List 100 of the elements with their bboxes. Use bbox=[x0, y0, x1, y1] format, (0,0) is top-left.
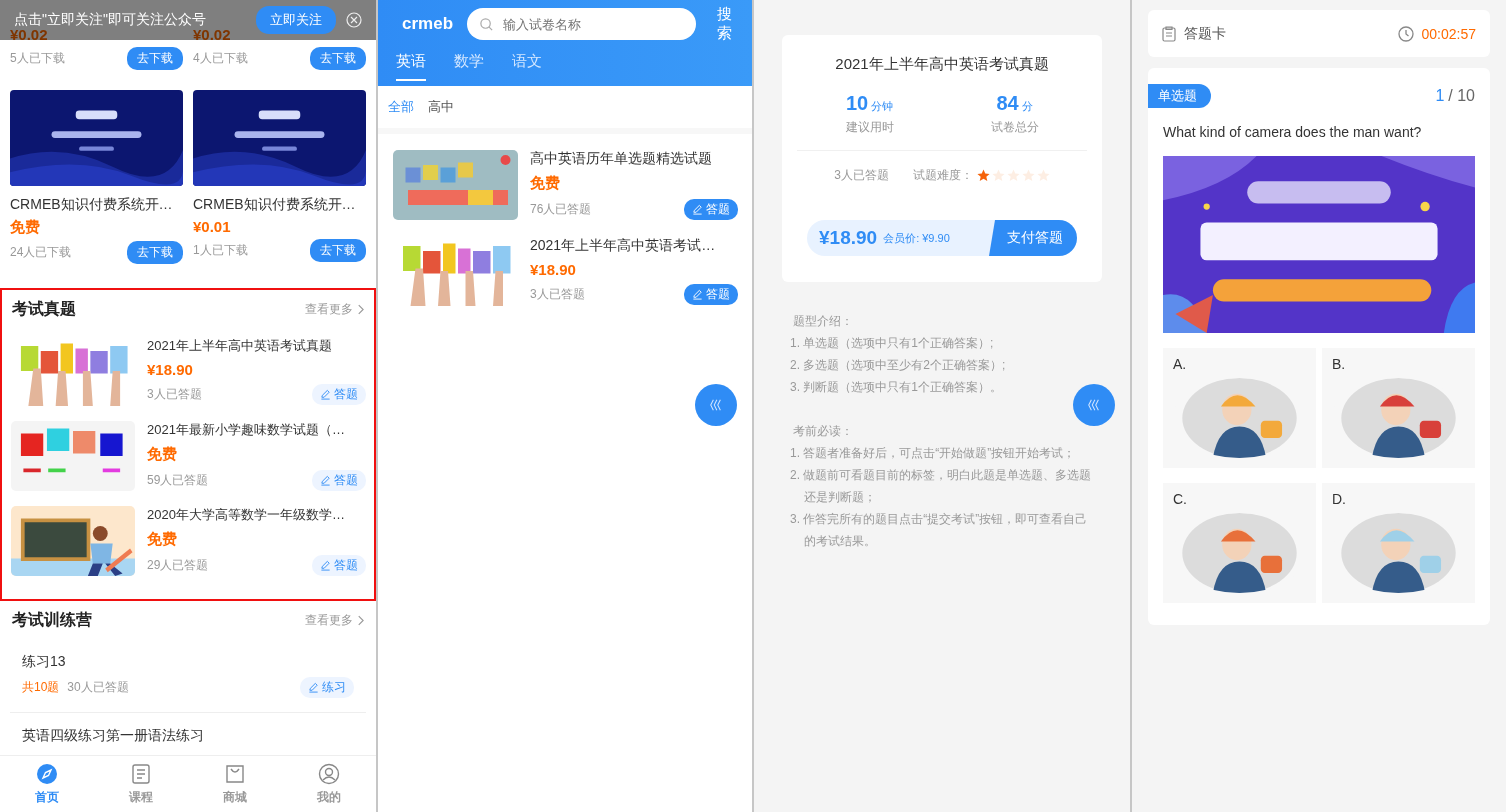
download-button[interactable]: 去下载 bbox=[127, 47, 183, 70]
answer-button[interactable]: 答题 bbox=[312, 469, 366, 491]
tab-bar-item[interactable]: 首页 bbox=[0, 756, 94, 812]
answer-button[interactable]: 答题 bbox=[312, 554, 366, 576]
star-icon bbox=[1021, 169, 1035, 182]
pencil-icon bbox=[692, 289, 703, 300]
notes-line: 3. 作答完所有的题目点击“提交考试”按钮，即可查看自己的考试结果。 bbox=[790, 511, 1089, 550]
download-button[interactable]: 去下载 bbox=[310, 47, 366, 70]
answer-count: 76人已答题 bbox=[530, 201, 592, 218]
search-button[interactable]: 搜索 bbox=[710, 5, 738, 43]
intro-heading: 题型介绍： bbox=[792, 313, 854, 330]
filter-chip[interactable]: 高中 bbox=[428, 98, 454, 116]
star-icon bbox=[976, 169, 990, 182]
download-count: 5人已下载 bbox=[10, 50, 65, 67]
download-count: 1人已下载 bbox=[193, 242, 248, 259]
price: ¥0.02 bbox=[10, 26, 49, 43]
download-count: 24人已下载 bbox=[10, 244, 72, 261]
section-title: 考试真题 bbox=[12, 298, 76, 319]
price: ¥0.01 bbox=[193, 218, 232, 235]
answer-sheet-link[interactable]: 答题卡 bbox=[1184, 24, 1226, 43]
notes-line: 1. 答题者准备好后，可点击“开始做题”按钮开始考试； bbox=[790, 445, 1077, 462]
exam-title: 高中英语历年单选题精选试题 bbox=[530, 150, 713, 168]
chevron-right-icon bbox=[357, 303, 364, 315]
question-type-tag: 单选题 bbox=[1148, 84, 1211, 108]
triple-chevron-icon bbox=[1087, 398, 1101, 412]
course-title: CRMEB知识付费系统开… bbox=[193, 196, 357, 214]
tab-bar-item[interactable]: 商城 bbox=[188, 756, 282, 812]
close-icon[interactable] bbox=[346, 12, 362, 28]
answer-count: 29人已答题 bbox=[147, 556, 209, 574]
intro-line: 1. 单选题（选项中只有1个正确答案）; bbox=[790, 335, 995, 352]
star-icon bbox=[1006, 169, 1020, 182]
user-icon bbox=[318, 762, 340, 785]
practice-title: 英语四级练习第一册语法练习 bbox=[22, 727, 205, 745]
download-count: 4人已下载 bbox=[193, 50, 248, 67]
answer-option[interactable]: D. bbox=[1322, 483, 1475, 603]
compass-icon bbox=[36, 762, 58, 785]
exam-title: 2021年上半年高中英语考试… bbox=[530, 237, 717, 255]
tab-bar-item[interactable]: 我的 bbox=[282, 756, 376, 812]
follow-hint: 点击"立即关注"即可关注公众号 bbox=[14, 11, 207, 29]
subject-tab[interactable]: 语文 bbox=[512, 52, 542, 81]
price: ¥18.90 bbox=[530, 261, 577, 278]
subject-tab[interactable]: 数学 bbox=[454, 52, 484, 81]
question-text: What kind of camera does the man want? bbox=[1162, 123, 1423, 140]
see-more-link[interactable]: 查看更多 bbox=[305, 611, 364, 629]
price: 免费 bbox=[530, 174, 561, 193]
intro-line: 2. 多选题（选项中至少有2个正确答案）; bbox=[790, 357, 1007, 374]
answer-button[interactable]: 答题 bbox=[684, 284, 738, 305]
timer: 00:02:57 bbox=[1421, 25, 1476, 42]
option-letter: A. bbox=[1173, 356, 1188, 372]
star-icon bbox=[991, 169, 1005, 182]
stat-label: 建议用时 bbox=[845, 119, 894, 136]
clipboard-icon bbox=[1162, 25, 1176, 42]
pencil-icon bbox=[320, 474, 331, 486]
subject-tab[interactable]: 英语 bbox=[396, 52, 426, 81]
pay-button[interactable]: 支付答题 bbox=[989, 220, 1077, 256]
answer-count: 30人已答题 bbox=[67, 679, 129, 696]
exam-title: 2020年大学高等数学一年级数学… bbox=[147, 505, 346, 524]
answer-option[interactable]: A. bbox=[1163, 348, 1316, 468]
option-letter: C. bbox=[1173, 491, 1188, 507]
answer-option[interactable]: C. bbox=[1163, 483, 1316, 603]
section-title: 考试训练营 bbox=[12, 609, 92, 630]
stat-value: 10 bbox=[845, 92, 869, 115]
download-button[interactable]: 去下载 bbox=[127, 241, 183, 264]
star-icon bbox=[1036, 169, 1050, 182]
exam-title: 2021年上半年高中英语考试真题 bbox=[147, 336, 333, 355]
notes-line: 2. 做题前可看题目前的标签，明白此题是单选题、多选题还是判断题； bbox=[790, 467, 1093, 506]
pencil-icon bbox=[692, 204, 703, 215]
intro-line: 3. 判断题（选项中只有1个正确答案）。 bbox=[790, 379, 1003, 396]
search-field[interactable]: 输入试卷名称 bbox=[467, 8, 697, 40]
price: ¥18.90 bbox=[818, 227, 878, 249]
answer-button[interactable]: 答题 bbox=[684, 199, 738, 220]
pencil-icon bbox=[320, 388, 331, 400]
follow-button[interactable]: 立即关注 bbox=[256, 6, 336, 34]
member-price: 会员价: ¥9.90 bbox=[883, 230, 951, 246]
filter-chip[interactable]: 全部 bbox=[388, 98, 414, 116]
answer-button[interactable]: 答题 bbox=[312, 383, 366, 405]
answer-count: 3人已答题 bbox=[834, 167, 889, 184]
stat-label: 试卷总分 bbox=[990, 119, 1039, 136]
price: 免费 bbox=[147, 529, 178, 549]
logo: crmeb bbox=[402, 13, 454, 35]
answer-option[interactable]: B. bbox=[1322, 348, 1475, 468]
exam-title: 2021年上半年高中英语考试真题 bbox=[835, 55, 1049, 74]
difficulty-label: 试题难度： bbox=[912, 167, 973, 184]
course-title: CRMEB知识付费系统开… bbox=[10, 196, 174, 214]
price: ¥0.02 bbox=[193, 26, 232, 43]
price: 免费 bbox=[10, 218, 41, 237]
chevron-right-icon bbox=[357, 614, 364, 626]
question-total: 共10题 bbox=[22, 679, 60, 696]
tab-bar-item[interactable]: 课程 bbox=[94, 756, 188, 812]
see-more-link[interactable]: 查看更多 bbox=[305, 300, 364, 318]
practice-button[interactable]: 练习 bbox=[300, 677, 354, 698]
practice-title: 练习13 bbox=[22, 653, 67, 671]
triple-chevron-icon bbox=[709, 398, 723, 412]
exam-title: 2021年最新小学趣味数学试题（… bbox=[147, 420, 346, 439]
collapse-button[interactable] bbox=[695, 384, 737, 426]
current-question: 1 bbox=[1435, 87, 1445, 105]
download-button[interactable]: 去下载 bbox=[310, 239, 366, 262]
collapse-button[interactable] bbox=[1073, 384, 1115, 426]
pencil-icon bbox=[320, 559, 331, 571]
stat-unit: 分 bbox=[1021, 99, 1033, 114]
